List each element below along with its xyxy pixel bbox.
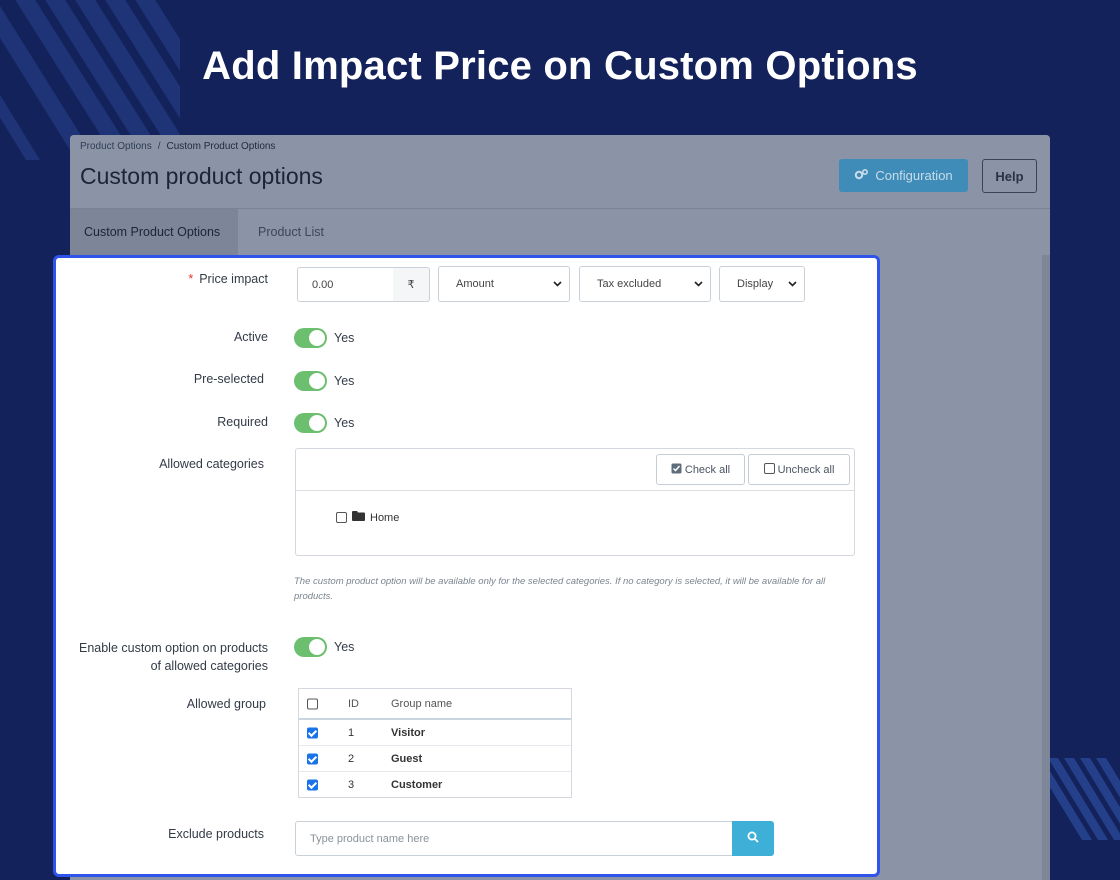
checked-square-icon <box>671 463 682 477</box>
enable-on-allowed-toggle[interactable]: Yes <box>294 637 354 657</box>
active-label: Active <box>233 330 268 344</box>
group-id: 3 <box>348 779 355 791</box>
price-impact-input[interactable]: 0.00 <box>297 267 394 302</box>
group-name: Visitor <box>391 726 426 739</box>
group-id: 2 <box>348 752 355 765</box>
admin-header: Product Options / Custom Product Options C… <box>70 135 1050 209</box>
category-checkbox[interactable] <box>336 512 347 523</box>
allowed-categories-help: The custom product option will be availa… <box>294 576 826 602</box>
category-tree-toolbar: Check all Uncheck all <box>296 449 854 491</box>
empty-square-icon <box>763 462 775 477</box>
check-all-label: Check all <box>684 463 731 476</box>
folder-icon <box>352 511 365 524</box>
enable-on-allowed-label-line2: of allowed categories <box>150 659 268 673</box>
toggle-switch[interactable] <box>294 413 327 433</box>
display-select-value: Display <box>737 278 774 290</box>
breadcrumb-separator: / <box>157 141 161 152</box>
exclude-products-input[interactable]: Type product name here <box>295 821 733 856</box>
price-type-select[interactable]: Amount <box>438 266 570 302</box>
help-button[interactable]: Help <box>982 159 1037 193</box>
preselected-toggle[interactable]: Yes <box>294 371 354 391</box>
toggle-switch[interactable] <box>294 371 327 391</box>
select-all-groups-checkbox[interactable] <box>307 698 318 709</box>
active-toggle[interactable]: Yes <box>294 328 354 348</box>
breadcrumb-item-product-options[interactable]: Product Options <box>80 141 152 152</box>
preselected-toggle-value: Yes <box>334 374 355 388</box>
active-toggle-value: Yes <box>334 331 355 345</box>
uncheck-all-label: Uncheck all <box>777 463 835 476</box>
preselected-label: Pre-selected <box>193 372 264 386</box>
allowed-group-label: Allowed group <box>186 697 266 711</box>
required-label: Required <box>217 415 268 429</box>
currency-addon: ₹ <box>393 267 430 302</box>
group-name: Guest <box>391 752 423 765</box>
hero-title: Add Impact Price on Custom Options <box>202 44 918 88</box>
breadcrumb: Product Options / Custom Product Options <box>80 141 275 152</box>
configuration-button-label: Configuration <box>875 168 953 183</box>
enable-on-allowed-toggle-value: Yes <box>334 640 355 654</box>
category-name: Home <box>370 511 400 524</box>
exclude-products-search-button[interactable] <box>732 821 774 856</box>
exclude-products-label: Exclude products <box>168 827 264 841</box>
enable-on-allowed-label-line1: Enable custom option on products <box>78 641 268 655</box>
group-checkbox[interactable] <box>307 779 318 791</box>
price-impact-label-text: Price impact <box>199 272 268 286</box>
group-id: 1 <box>348 726 355 739</box>
tax-select[interactable]: Tax excluded <box>579 266 711 302</box>
tax-select-value: Tax excluded <box>597 278 662 290</box>
toggle-switch[interactable] <box>294 328 327 348</box>
chevron-down-icon <box>553 278 562 290</box>
custom-option-form-card: * Price impact 0.00 ₹ Amount Tax excluded… <box>53 255 880 877</box>
display-select[interactable]: Display <box>719 266 805 302</box>
tabs-bar: Custom Product Options Product List <box>70 208 1050 255</box>
scrollbar[interactable] <box>1042 255 1050 880</box>
chevron-down-icon <box>788 278 797 290</box>
table-row: 1 Visitor <box>299 720 571 746</box>
table-row: 3 Customer <box>299 772 571 798</box>
required-marker: * <box>188 272 194 286</box>
tab-custom-product-options[interactable]: Custom Product Options <box>70 209 238 255</box>
table-row: 2 Guest <box>299 746 571 772</box>
breadcrumb-item-current: Custom Product Options <box>166 141 276 152</box>
column-header-id: ID <box>348 697 359 710</box>
check-all-button[interactable]: Check all <box>656 454 745 485</box>
configuration-button[interactable]: Configuration <box>839 159 968 192</box>
group-name: Customer <box>391 779 443 791</box>
table-header-row: ID Group name <box>299 689 571 720</box>
enable-on-allowed-label: Enable custom option on products of allo… <box>60 639 268 675</box>
required-toggle-value: Yes <box>334 416 355 430</box>
tab-product-list[interactable]: Product List <box>258 209 324 255</box>
required-toggle[interactable]: Yes <box>294 413 354 433</box>
allowed-group-table: ID Group name 1 Visitor 2 Guest 3 Custom… <box>298 688 572 798</box>
category-tree-item-home[interactable]: Home <box>336 511 399 524</box>
allowed-categories-label: Allowed categories <box>159 457 264 471</box>
toggle-switch[interactable] <box>294 637 327 657</box>
price-type-select-value: Amount <box>456 278 494 290</box>
category-tree-panel: Check all Uncheck all Home <box>295 448 855 556</box>
gears-icon <box>854 168 869 184</box>
price-impact-label: * Price impact <box>156 272 268 286</box>
uncheck-all-button[interactable]: Uncheck all <box>748 454 850 485</box>
group-checkbox[interactable] <box>307 727 318 738</box>
page-title: Custom product options <box>80 163 323 189</box>
chevron-down-icon <box>694 278 703 290</box>
group-checkbox[interactable] <box>307 753 318 764</box>
decorative-stripes-bottom-right <box>1048 758 1120 840</box>
column-header-group-name: Group name <box>391 697 453 710</box>
search-icon <box>747 830 759 848</box>
